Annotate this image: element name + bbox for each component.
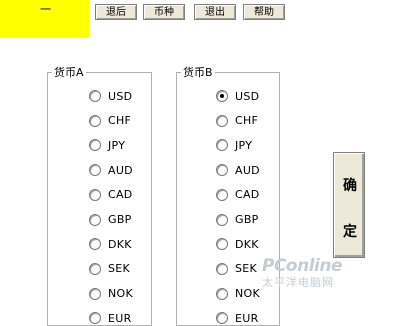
- option-label: CAD: [235, 188, 260, 202]
- option-label: JPY: [235, 138, 253, 152]
- currency-b-option-sek[interactable]: SEK: [216, 261, 257, 277]
- radio-button-icon[interactable]: [89, 312, 101, 325]
- watermark: PConline 太平洋电脑网: [262, 256, 390, 296]
- currency-a-option-usd[interactable]: USD: [89, 88, 132, 104]
- active-tab-label: 一: [40, 3, 51, 16]
- radio-button-icon[interactable]: [89, 139, 101, 152]
- currency-a-option-dkk[interactable]: DKK: [89, 236, 132, 252]
- radio-button-icon[interactable]: [216, 139, 228, 152]
- currency-button[interactable]: 币种: [143, 4, 185, 20]
- currency-b-option-aud[interactable]: AUD: [216, 162, 260, 178]
- currency-a-option-jpy[interactable]: JPY: [89, 137, 125, 153]
- radio-button-icon[interactable]: [89, 287, 101, 300]
- currency-a-option-sek[interactable]: SEK: [89, 261, 130, 277]
- currency-b-option-chf[interactable]: CHF: [216, 113, 258, 129]
- help-button[interactable]: 帮助: [243, 4, 285, 20]
- option-label: EUR: [235, 311, 259, 325]
- option-label: CAD: [108, 188, 133, 202]
- currency-b-option-nok[interactable]: NOK: [216, 286, 260, 302]
- radio-button-icon[interactable]: [89, 164, 101, 177]
- option-label: USD: [108, 89, 133, 103]
- radio-button-icon[interactable]: [216, 188, 228, 201]
- radio-button-icon[interactable]: [216, 312, 228, 325]
- watermark-logo: PConline: [262, 256, 343, 276]
- option-label: NOK: [235, 287, 261, 301]
- radio-button-icon[interactable]: [89, 188, 101, 201]
- radio-button-icon[interactable]: [216, 164, 228, 177]
- option-label: DKK: [235, 237, 259, 251]
- currency-b-option-usd[interactable]: USD: [216, 88, 259, 104]
- radio-button-icon[interactable]: [216, 287, 228, 300]
- option-label: AUD: [108, 163, 133, 177]
- watermark-sub: 太平洋电脑网: [262, 276, 334, 289]
- option-label: SEK: [235, 262, 258, 276]
- option-label: NOK: [108, 287, 134, 301]
- radio-button-icon[interactable]: [89, 213, 101, 226]
- option-label: DKK: [108, 237, 132, 251]
- confirm-button[interactable]: 确 定: [333, 152, 365, 258]
- confirm-char-1: 确: [343, 177, 357, 193]
- option-label: SEK: [108, 262, 131, 276]
- currency-a-option-eur[interactable]: EUR: [89, 310, 132, 326]
- option-label: JPY: [108, 138, 126, 152]
- currency-b-title: 货币B: [183, 66, 213, 79]
- option-label: USD: [235, 89, 260, 103]
- currency-b-option-jpy[interactable]: JPY: [216, 137, 252, 153]
- radio-button-icon[interactable]: [216, 262, 228, 275]
- currency-a-option-nok[interactable]: NOK: [89, 286, 133, 302]
- radio-button-icon[interactable]: [89, 114, 101, 127]
- radio-button-icon[interactable]: [216, 213, 228, 226]
- back-button[interactable]: 退后: [95, 4, 137, 20]
- currency-b-option-cad[interactable]: CAD: [216, 187, 260, 203]
- confirm-char-2: 定: [343, 223, 357, 239]
- radio-button-icon[interactable]: [89, 238, 101, 251]
- currency-a-title: 货币A: [54, 66, 84, 79]
- option-label: CHF: [108, 114, 132, 128]
- currency-b-option-eur[interactable]: EUR: [216, 310, 259, 326]
- option-label: GBP: [108, 213, 132, 226]
- option-label: GBP: [235, 213, 259, 226]
- currency-a-option-gbp[interactable]: GBP: [89, 212, 132, 228]
- option-label: AUD: [235, 163, 260, 177]
- currency-a-option-chf[interactable]: CHF: [89, 113, 131, 129]
- currency-a-option-cad[interactable]: CAD: [89, 187, 133, 203]
- currency-a-option-aud[interactable]: AUD: [89, 162, 133, 178]
- radio-button-icon[interactable]: [216, 114, 228, 127]
- option-label: EUR: [108, 311, 132, 325]
- radio-button-icon[interactable]: [216, 238, 228, 251]
- currency-b-option-dkk[interactable]: DKK: [216, 236, 259, 252]
- exit-button[interactable]: 退出: [194, 4, 236, 20]
- active-tab[interactable]: 一: [0, 0, 89, 38]
- radio-button-icon[interactable]: [216, 90, 228, 102]
- option-label: CHF: [235, 114, 259, 128]
- radio-button-icon[interactable]: [89, 90, 101, 102]
- currency-b-option-gbp[interactable]: GBP: [216, 212, 259, 228]
- radio-button-icon[interactable]: [89, 262, 101, 275]
